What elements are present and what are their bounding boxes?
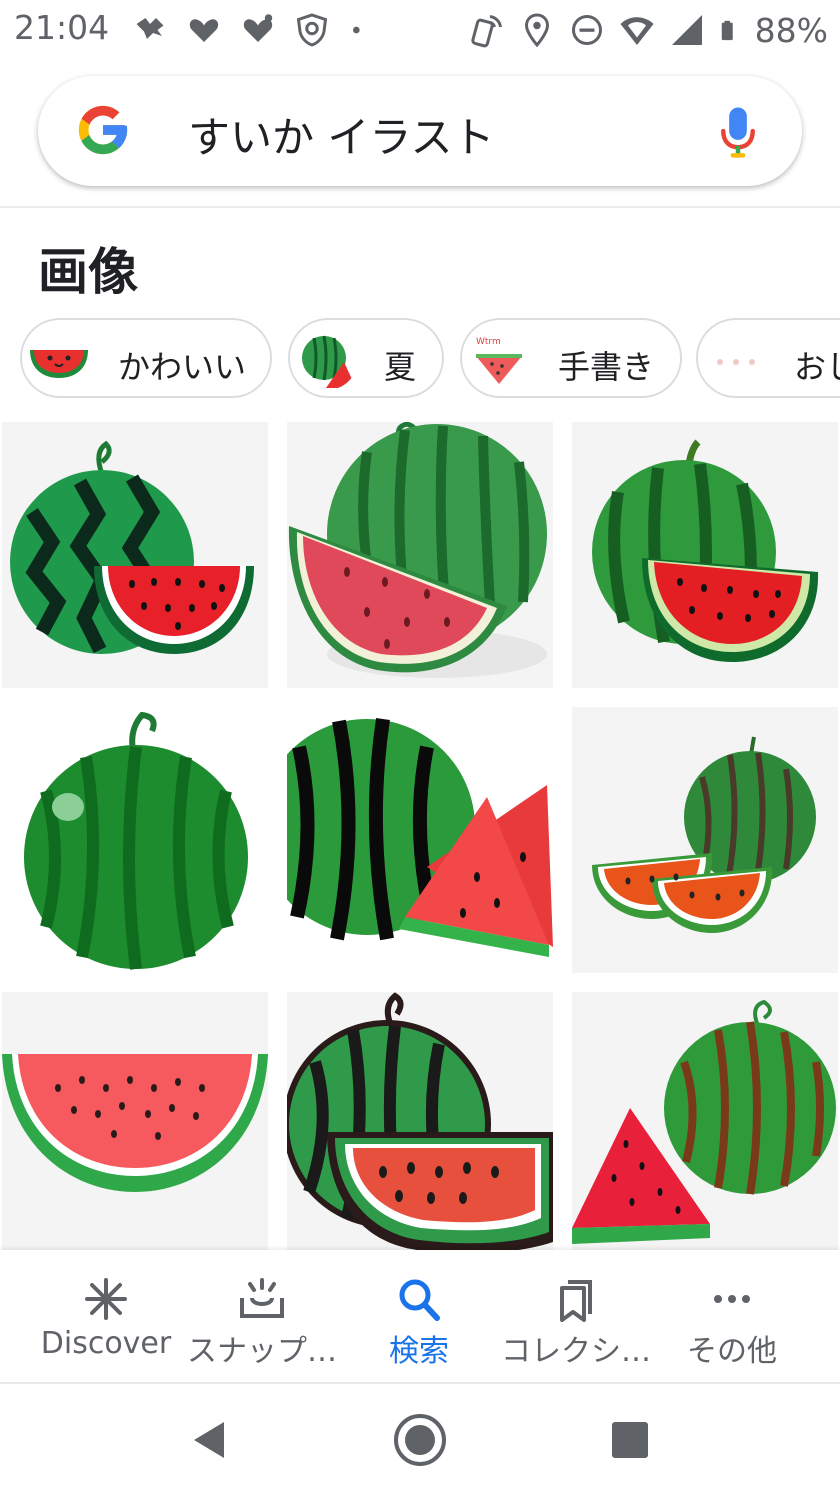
watermelon-image — [10, 440, 254, 654]
watermelon-image — [2, 1054, 268, 1192]
nav-label: その他 — [687, 1334, 777, 1369]
chip-label: おし — [794, 348, 840, 386]
bottom-navigation: Discover スナップ… 検索 コレクシ… その他 — [0, 1250, 840, 1382]
search-input[interactable]: すいか イラスト — [188, 104, 495, 165]
nav-collections[interactable]: コレクシ… — [492, 1250, 660, 1382]
chip-label: 夏 — [384, 348, 417, 386]
signal-icon — [671, 15, 702, 45]
chip-kawaii[interactable]: かわいい — [20, 318, 272, 398]
status-bar: 21:04 88% — [0, 0, 840, 60]
nfc-icon — [470, 15, 502, 48]
chip-thumbnail — [28, 328, 90, 390]
nav-label: スナップ… — [187, 1334, 337, 1369]
image-result[interactable] — [572, 992, 838, 1258]
chip-thumbnail — [296, 328, 358, 390]
chip-oshare[interactable]: おし — [696, 318, 840, 398]
image-result[interactable] — [287, 992, 553, 1258]
image-result[interactable] — [287, 707, 553, 973]
image-result[interactable] — [572, 422, 838, 688]
notification-icon — [136, 18, 164, 39]
nav-search[interactable]: 検索 — [335, 1250, 503, 1382]
home-icon[interactable] — [390, 1410, 450, 1470]
image-result[interactable] — [572, 707, 838, 973]
image-results-grid — [0, 420, 840, 1258]
asterisk-icon — [85, 1278, 127, 1320]
wifi-icon — [620, 17, 654, 45]
watermelon-image — [572, 999, 836, 1244]
nav-snapshot[interactable]: スナップ… — [178, 1250, 346, 1382]
chip-thumbnail: Wtrm — [468, 328, 530, 390]
nav-discover[interactable]: Discover — [22, 1250, 190, 1382]
heart-icon — [189, 19, 219, 42]
image-result[interactable] — [287, 422, 553, 688]
chip-label: 手書き — [558, 348, 655, 386]
chip-thumbnail — [704, 328, 766, 390]
section-title: 画像 — [38, 243, 138, 301]
status-notification-icons — [132, 10, 368, 50]
search-icon — [399, 1279, 440, 1321]
location-icon — [524, 13, 549, 48]
back-icon[interactable] — [180, 1410, 240, 1470]
watermelon-image — [287, 707, 553, 973]
svg-text:Wtrm: Wtrm — [476, 337, 501, 347]
watermelon-image — [287, 992, 553, 1254]
image-result[interactable] — [2, 422, 268, 688]
image-result[interactable] — [2, 992, 268, 1258]
battery-icon — [721, 20, 733, 41]
heart-icon — [243, 14, 273, 42]
status-system-icons: 88% — [469, 8, 828, 52]
nav-label: コレクシ… — [501, 1334, 651, 1369]
search-bar[interactable]: すいか イラスト — [38, 76, 802, 186]
watermelon-image — [288, 422, 547, 678]
microphone-icon[interactable] — [720, 106, 756, 162]
more-icon — [714, 1295, 750, 1303]
chip-label: かわいい — [118, 348, 247, 386]
chip-tegaki[interactable]: Wtrm 手書き — [460, 318, 682, 398]
collections-icon — [560, 1280, 592, 1322]
image-result[interactable] — [2, 707, 268, 973]
filter-chips: かわいい 夏 Wtrm 手書き おし — [20, 318, 840, 402]
watermelon-image — [592, 736, 816, 933]
status-time: 21:04 — [14, 8, 110, 47]
shield-icon — [296, 13, 328, 47]
nav-label: 検索 — [389, 1334, 449, 1369]
dot-icon — [353, 26, 360, 34]
snapshot-icon — [240, 1278, 284, 1318]
chip-natsu[interactable]: 夏 — [288, 318, 444, 398]
watermelon-image — [592, 439, 819, 662]
google-logo-icon — [78, 105, 128, 155]
recents-icon[interactable] — [600, 1410, 660, 1470]
dnd-icon — [571, 15, 602, 45]
nav-label: Discover — [40, 1326, 172, 1361]
divider — [0, 206, 840, 208]
watermelon-image — [2, 707, 268, 973]
battery-percent: 88% — [754, 10, 828, 50]
nav-more[interactable]: その他 — [648, 1250, 816, 1382]
system-navigation-bar — [0, 1384, 840, 1493]
